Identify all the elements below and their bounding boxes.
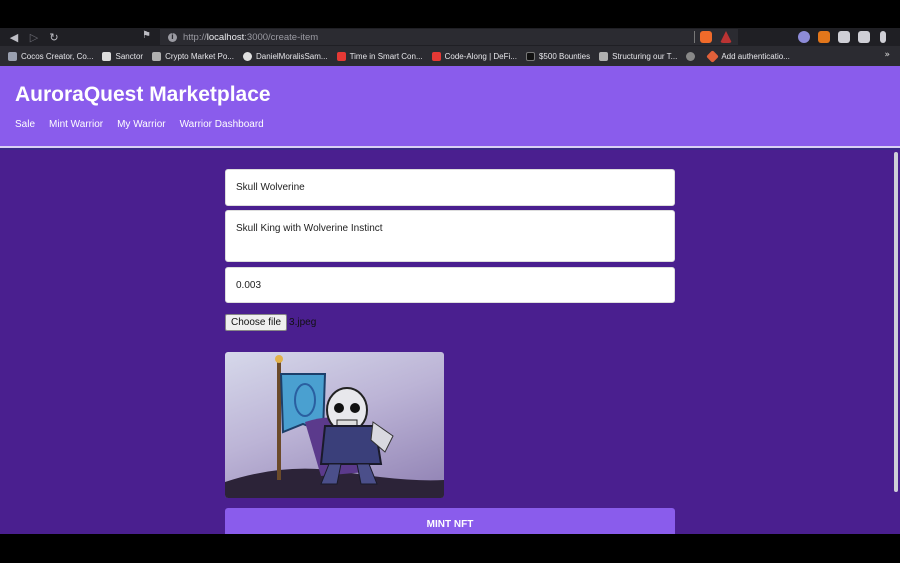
- browser-window: ◀ ▷ ↻ ⚑ i http://localhost:3000/create-i…: [0, 28, 900, 534]
- bookmark-label: $500 Bounties: [538, 51, 591, 61]
- url-path: :3000/create-item: [244, 31, 319, 43]
- bookmark-favicon-icon: [8, 51, 17, 61]
- bookmark-label: Time in Smart Con...: [349, 51, 423, 61]
- youtube-icon: [431, 51, 441, 61]
- url-prefix: http://: [183, 31, 207, 43]
- bookmark-item[interactable]: $500 Bounties: [525, 51, 591, 61]
- bookmark-item[interactable]: Crypto Market Po...: [152, 51, 234, 61]
- bookmark-label: DanielMoralisSam...: [255, 51, 328, 61]
- bookmark-favicon-icon: [525, 51, 535, 61]
- bookmark-label: Crypto Market Po...: [165, 51, 234, 61]
- nav-link-warrior-dashboard[interactable]: Warrior Dashboard: [180, 119, 264, 130]
- bookmark-label: Cocos Creator, Co...: [21, 51, 94, 61]
- bookmark-item[interactable]: [686, 51, 699, 61]
- url-input[interactable]: i http://localhost:3000/create-item: [160, 29, 738, 45]
- github-icon: [242, 51, 252, 61]
- back-icon[interactable]: ◀: [4, 28, 24, 46]
- mint-nft-button[interactable]: MINT NFT: [225, 508, 675, 534]
- warrior-illustration: [225, 355, 444, 498]
- price-input[interactable]: 0.003: [225, 267, 675, 303]
- app-header: AuroraQuest Marketplace Sale Mint Warrio…: [0, 66, 900, 148]
- nav-link-sale[interactable]: Sale: [15, 119, 35, 130]
- address-bar: ◀ ▷ ↻ ⚑ i http://localhost:3000/create-i…: [0, 28, 900, 46]
- url-host: localhost: [206, 31, 245, 43]
- extensions-puzzle-icon[interactable]: [838, 31, 850, 43]
- bookmarks-bar: Cocos Creator, Co... Sanctor Crypto Mark…: [0, 46, 900, 66]
- description-value: Skull King with Wolverine Instinct: [236, 223, 383, 234]
- bookmark-item[interactable]: Cocos Creator, Co...: [8, 51, 94, 61]
- nav-link-mint-warrior[interactable]: Mint Warrior: [49, 119, 103, 130]
- metamask-icon[interactable]: [818, 31, 830, 43]
- reload-icon[interactable]: ↻: [44, 28, 64, 46]
- choose-file-button[interactable]: Choose file: [225, 314, 288, 331]
- bookmark-item[interactable]: Sanctor: [102, 51, 144, 61]
- name-input-value: Skull Wolverine: [236, 182, 305, 193]
- globe-icon: [686, 51, 696, 61]
- menu-icon[interactable]: [880, 31, 886, 43]
- toolbar-divider: [694, 31, 695, 43]
- bookmarks-overflow-icon[interactable]: »: [884, 50, 890, 60]
- file-picker: Choose file 3.jpeg: [225, 314, 316, 331]
- bookmark-label: Sanctor: [115, 51, 144, 61]
- bookmark-label: Add authenticatio...: [721, 51, 790, 61]
- youtube-icon: [336, 51, 346, 61]
- screen-frame: ◀ ▷ ↻ ⚑ i http://localhost:3000/create-i…: [0, 0, 900, 563]
- app-title: AuroraQuest Marketplace: [15, 83, 271, 106]
- main-nav: Sale Mint Warrior My Warrior Warrior Das…: [15, 119, 278, 130]
- bookmark-item[interactable]: Add authenticatio...: [706, 49, 790, 63]
- site-info-icon[interactable]: i: [168, 32, 177, 42]
- bookmark-label: Structuring our T...: [612, 51, 678, 61]
- scrollbar[interactable]: [894, 152, 898, 492]
- bookmark-item[interactable]: Code-Along | DeFi...: [431, 51, 517, 61]
- bookmark-item[interactable]: Time in Smart Con...: [336, 51, 423, 61]
- bookmark-favicon-icon: [102, 51, 112, 61]
- nft-image-preview: [225, 352, 444, 498]
- price-input-value: 0.003: [236, 280, 262, 291]
- bookmark-favicon-icon: [706, 49, 720, 63]
- bookmark-item[interactable]: Structuring our T...: [599, 51, 678, 61]
- brave-shield-icon[interactable]: [700, 31, 712, 43]
- bookmark-icon[interactable]: ⚑: [142, 30, 151, 41]
- page-content: [0, 150, 900, 534]
- bookmark-item[interactable]: DanielMoralisSam...: [242, 51, 328, 61]
- bookmark-favicon-icon: [599, 51, 609, 61]
- bookmark-favicon-icon: [152, 51, 162, 61]
- wallet-icon[interactable]: [858, 31, 870, 43]
- bookmark-label: Code-Along | DeFi...: [444, 51, 517, 61]
- description-textarea[interactable]: Skull King with Wolverine Instinct: [225, 210, 675, 262]
- name-input[interactable]: Skull Wolverine: [225, 169, 675, 206]
- selected-file-name: 3.jpeg: [289, 317, 317, 328]
- forward-icon[interactable]: ▷: [24, 28, 44, 46]
- nav-link-my-warrior[interactable]: My Warrior: [117, 119, 166, 130]
- extension-icon-1[interactable]: [798, 31, 810, 43]
